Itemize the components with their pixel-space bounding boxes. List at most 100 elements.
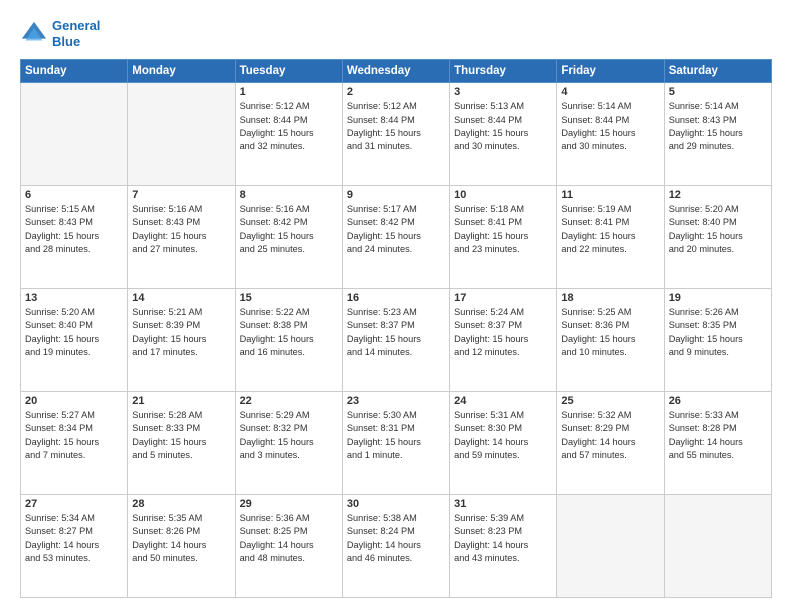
weekday-header-thursday: Thursday bbox=[450, 60, 557, 83]
day-info: Sunrise: 5:12 AM Sunset: 8:44 PM Dayligh… bbox=[240, 100, 338, 153]
calendar-cell: 30Sunrise: 5:38 AM Sunset: 8:24 PM Dayli… bbox=[342, 495, 449, 598]
day-info: Sunrise: 5:20 AM Sunset: 8:40 PM Dayligh… bbox=[25, 306, 123, 359]
calendar-cell: 11 Sunrise: 5:19 AM Sunset: 8:41 PM Dayli… bbox=[557, 186, 664, 289]
calendar-cell: 26 Sunrise: 5:33 AM Sunset: 8:28 PM Dayli… bbox=[664, 392, 771, 495]
calendar-cell: 15 Sunrise: 5:22 AM Sunset: 8:38 PM Dayli… bbox=[235, 289, 342, 392]
calendar-cell: 9 Sunrise: 5:17 AM Sunset: 8:42 PM Daylig… bbox=[342, 186, 449, 289]
weekday-header-row: SundayMondayTuesdayWednesdayThursdayFrid… bbox=[21, 60, 772, 83]
calendar-cell: 12 Sunrise: 5:20 AM Sunset: 8:40 PM Dayli… bbox=[664, 186, 771, 289]
calendar-cell: 5Sunrise: 5:14 AM Sunset: 8:43 PM Daylig… bbox=[664, 83, 771, 186]
logo-text: General Blue bbox=[52, 18, 100, 49]
calendar-cell: 31 Sunrise: 5:39 AM Sunset: 8:23 PM Dayli… bbox=[450, 495, 557, 598]
day-info: Sunrise: 5:20 AM Sunset: 8:40 PM Dayligh… bbox=[669, 203, 767, 256]
day-number: 14 bbox=[132, 292, 230, 304]
day-info: Sunrise: 5:19 AM Sunset: 8:41 PM Dayligh… bbox=[561, 203, 659, 256]
calendar-cell bbox=[128, 83, 235, 186]
logo-icon bbox=[20, 20, 48, 48]
day-number: 1 bbox=[240, 86, 338, 98]
week-row-3: 13 Sunrise: 5:20 AM Sunset: 8:40 PM Dayli… bbox=[21, 289, 772, 392]
day-number: 12 bbox=[669, 189, 767, 201]
day-info: Sunrise: 5:30 AM Sunset: 8:31 PM Dayligh… bbox=[347, 409, 445, 462]
calendar-cell: 21 Sunrise: 5:28 AM Sunset: 8:33 PM Dayli… bbox=[128, 392, 235, 495]
day-info: Sunrise: 5:32 AM Sunset: 8:29 PM Dayligh… bbox=[561, 409, 659, 462]
day-info: Sunrise: 5:12 AM Sunset: 8:44 PM Dayligh… bbox=[347, 100, 445, 153]
day-number: 22 bbox=[240, 395, 338, 407]
day-number: 15 bbox=[240, 292, 338, 304]
day-info: Sunrise: 5:18 AM Sunset: 8:41 PM Dayligh… bbox=[454, 203, 552, 256]
day-number: 17 bbox=[454, 292, 552, 304]
day-info: Sunrise: 5:26 AM Sunset: 8:35 PM Dayligh… bbox=[669, 306, 767, 359]
calendar-cell: 22Sunrise: 5:29 AM Sunset: 8:32 PM Dayli… bbox=[235, 392, 342, 495]
day-number: 6 bbox=[25, 189, 123, 201]
day-number: 11 bbox=[561, 189, 659, 201]
day-info: Sunrise: 5:28 AM Sunset: 8:33 PM Dayligh… bbox=[132, 409, 230, 462]
day-number: 31 bbox=[454, 498, 552, 510]
calendar-table: SundayMondayTuesdayWednesdayThursdayFrid… bbox=[20, 59, 772, 598]
calendar-cell: 20 Sunrise: 5:27 AM Sunset: 8:34 PM Dayli… bbox=[21, 392, 128, 495]
calendar-cell: 24 Sunrise: 5:31 AM Sunset: 8:30 PM Dayli… bbox=[450, 392, 557, 495]
day-info: Sunrise: 5:35 AM Sunset: 8:26 PM Dayligh… bbox=[132, 512, 230, 565]
weekday-header-sunday: Sunday bbox=[21, 60, 128, 83]
day-info: Sunrise: 5:13 AM Sunset: 8:44 PM Dayligh… bbox=[454, 100, 552, 153]
day-number: 18 bbox=[561, 292, 659, 304]
week-row-1: 1 Sunrise: 5:12 AM Sunset: 8:44 PM Daylig… bbox=[21, 83, 772, 186]
day-number: 10 bbox=[454, 189, 552, 201]
day-number: 24 bbox=[454, 395, 552, 407]
day-info: Sunrise: 5:36 AM Sunset: 8:25 PM Dayligh… bbox=[240, 512, 338, 565]
calendar-cell: 1 Sunrise: 5:12 AM Sunset: 8:44 PM Daylig… bbox=[235, 83, 342, 186]
day-number: 28 bbox=[132, 498, 230, 510]
week-row-5: 27 Sunrise: 5:34 AM Sunset: 8:27 PM Dayli… bbox=[21, 495, 772, 598]
calendar-cell bbox=[664, 495, 771, 598]
week-row-2: 6 Sunrise: 5:15 AM Sunset: 8:43 PM Daylig… bbox=[21, 186, 772, 289]
calendar-cell: 8Sunrise: 5:16 AM Sunset: 8:42 PM Daylig… bbox=[235, 186, 342, 289]
day-number: 13 bbox=[25, 292, 123, 304]
day-info: Sunrise: 5:21 AM Sunset: 8:39 PM Dayligh… bbox=[132, 306, 230, 359]
day-number: 26 bbox=[669, 395, 767, 407]
day-number: 16 bbox=[347, 292, 445, 304]
day-number: 30 bbox=[347, 498, 445, 510]
day-info: Sunrise: 5:17 AM Sunset: 8:42 PM Dayligh… bbox=[347, 203, 445, 256]
day-info: Sunrise: 5:27 AM Sunset: 8:34 PM Dayligh… bbox=[25, 409, 123, 462]
day-info: Sunrise: 5:15 AM Sunset: 8:43 PM Dayligh… bbox=[25, 203, 123, 256]
weekday-header-saturday: Saturday bbox=[664, 60, 771, 83]
day-number: 20 bbox=[25, 395, 123, 407]
logo: General Blue bbox=[20, 18, 100, 49]
day-info: Sunrise: 5:14 AM Sunset: 8:44 PM Dayligh… bbox=[561, 100, 659, 153]
calendar-cell: 14 Sunrise: 5:21 AM Sunset: 8:39 PM Dayli… bbox=[128, 289, 235, 392]
day-number: 7 bbox=[132, 189, 230, 201]
day-number: 4 bbox=[561, 86, 659, 98]
day-number: 29 bbox=[240, 498, 338, 510]
calendar-cell: 28 Sunrise: 5:35 AM Sunset: 8:26 PM Dayli… bbox=[128, 495, 235, 598]
day-number: 23 bbox=[347, 395, 445, 407]
weekday-header-tuesday: Tuesday bbox=[235, 60, 342, 83]
weekday-header-monday: Monday bbox=[128, 60, 235, 83]
calendar-cell: 29 Sunrise: 5:36 AM Sunset: 8:25 PM Dayli… bbox=[235, 495, 342, 598]
day-info: Sunrise: 5:31 AM Sunset: 8:30 PM Dayligh… bbox=[454, 409, 552, 462]
day-number: 3 bbox=[454, 86, 552, 98]
day-number: 21 bbox=[132, 395, 230, 407]
day-number: 9 bbox=[347, 189, 445, 201]
calendar-cell: 3 Sunrise: 5:13 AM Sunset: 8:44 PM Daylig… bbox=[450, 83, 557, 186]
page: General Blue SundayMondayTuesdayWednesda… bbox=[0, 0, 792, 612]
calendar-cell bbox=[21, 83, 128, 186]
calendar-cell: 17Sunrise: 5:24 AM Sunset: 8:37 PM Dayli… bbox=[450, 289, 557, 392]
calendar-cell: 7 Sunrise: 5:16 AM Sunset: 8:43 PM Daylig… bbox=[128, 186, 235, 289]
header: General Blue bbox=[20, 18, 772, 49]
calendar-cell: 25Sunrise: 5:32 AM Sunset: 8:29 PM Dayli… bbox=[557, 392, 664, 495]
day-number: 19 bbox=[669, 292, 767, 304]
day-info: Sunrise: 5:33 AM Sunset: 8:28 PM Dayligh… bbox=[669, 409, 767, 462]
day-info: Sunrise: 5:16 AM Sunset: 8:43 PM Dayligh… bbox=[132, 203, 230, 256]
day-info: Sunrise: 5:34 AM Sunset: 8:27 PM Dayligh… bbox=[25, 512, 123, 565]
calendar-cell: 16 Sunrise: 5:23 AM Sunset: 8:37 PM Dayli… bbox=[342, 289, 449, 392]
calendar-cell: 13 Sunrise: 5:20 AM Sunset: 8:40 PM Dayli… bbox=[21, 289, 128, 392]
day-number: 5 bbox=[669, 86, 767, 98]
day-info: Sunrise: 5:25 AM Sunset: 8:36 PM Dayligh… bbox=[561, 306, 659, 359]
day-info: Sunrise: 5:16 AM Sunset: 8:42 PM Dayligh… bbox=[240, 203, 338, 256]
day-info: Sunrise: 5:22 AM Sunset: 8:38 PM Dayligh… bbox=[240, 306, 338, 359]
day-number: 27 bbox=[25, 498, 123, 510]
day-info: Sunrise: 5:23 AM Sunset: 8:37 PM Dayligh… bbox=[347, 306, 445, 359]
day-number: 2 bbox=[347, 86, 445, 98]
week-row-4: 20 Sunrise: 5:27 AM Sunset: 8:34 PM Dayli… bbox=[21, 392, 772, 495]
calendar-cell: 4 Sunrise: 5:14 AM Sunset: 8:44 PM Daylig… bbox=[557, 83, 664, 186]
day-info: Sunrise: 5:39 AM Sunset: 8:23 PM Dayligh… bbox=[454, 512, 552, 565]
